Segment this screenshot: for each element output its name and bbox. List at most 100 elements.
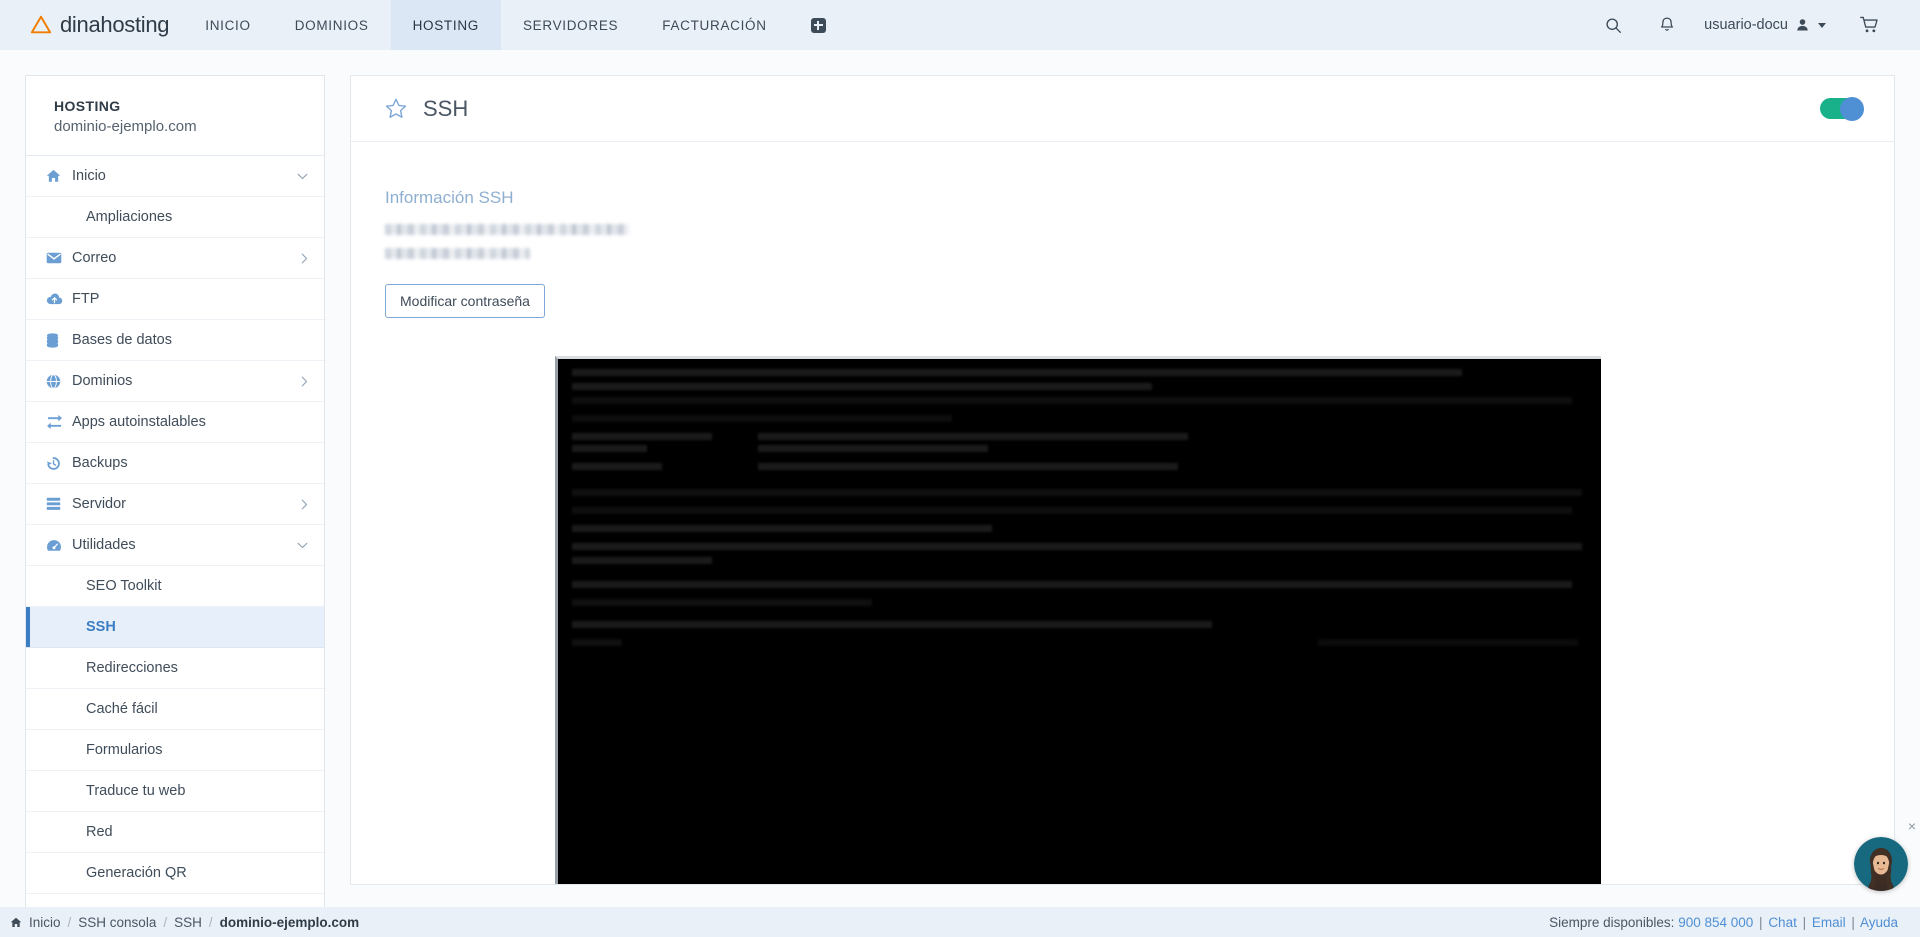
apps-exchange-icon [46,415,72,429]
avatar [1854,837,1908,891]
user-menu[interactable]: usuario-docu [1694,17,1842,33]
sidebar-item-seo-toolkit[interactable]: SEO Toolkit [26,566,324,607]
sidebar-item-ssh[interactable]: SSH [26,607,324,648]
primary-nav: INICIO DOMINIOS HOSTING SERVIDORES FACTU… [183,0,847,50]
sidebar: HOSTING dominio-ejemplo.com Inicio Ampli… [25,75,325,936]
sidebar-item-ampliaciones[interactable]: Ampliaciones [26,197,324,238]
section-title-informacion-ssh: Información SSH [385,188,514,207]
support-separator: | [1759,914,1763,930]
breadcrumb-item-ssh-consola[interactable]: SSH consola [78,915,156,930]
ssh-enabled-toggle[interactable] [1820,96,1864,121]
home-icon [46,169,72,183]
nav-item-dominios[interactable]: DOMINIOS [273,0,391,50]
modificar-contrasena-button[interactable]: Modificar contraseña [385,284,545,318]
cloud-upload-icon [46,293,72,305]
sidebar-item-label: Inicio [72,168,106,184]
search-icon [1606,17,1621,33]
sidebar-item-label: Backups [72,455,128,471]
history-icon [46,456,72,471]
sidebar-item-formularios[interactable]: Formularios [26,730,324,771]
sidebar-item-utilidades[interactable]: Utilidades [26,525,324,566]
breadcrumb-item-inicio[interactable]: Inicio [29,915,61,930]
home-icon[interactable] [10,917,22,928]
sidebar-item-label: Caché fácil [86,701,158,717]
sidebar-header: HOSTING dominio-ejemplo.com [26,76,324,156]
sidebar-item-label: Dominios [72,373,133,389]
sidebar-item-label: Apps autoinstalables [72,414,206,430]
brand-logo[interactable]: dinahosting [0,0,183,50]
breadcrumb-item-ssh[interactable]: SSH [174,915,202,930]
page-title: SSH [423,95,469,121]
redacted-ssh-user-line [385,224,629,235]
sidebar-header-domain: dominio-ejemplo.com [54,118,197,135]
sidebar-item-inicio[interactable]: Inicio [26,156,324,197]
sidebar-item-label: Utilidades [72,537,136,553]
sidebar-item-label: Bases de datos [72,332,172,348]
chevron-right-icon [301,499,308,510]
nav-item-servidores[interactable]: SERVIDORES [501,0,640,50]
nav-item-hosting[interactable]: HOSTING [390,0,501,50]
chevron-right-icon [301,253,308,264]
page-body: Información SSH Modificar contraseña [351,142,1894,884]
sidebar-item-correo[interactable]: Correo [26,238,324,279]
sidebar-item-label: Generación QR [86,865,187,881]
sidebar-item-label: Formularios [86,742,163,758]
mail-icon [46,252,72,264]
database-icon [46,332,72,348]
sidebar-item-label: FTP [72,291,100,307]
main-panel: SSH Información SSH Modificar contraseña [350,75,1895,885]
sidebar-item-ftp[interactable]: FTP [26,279,324,320]
sidebar-item-label: Red [86,824,113,840]
sidebar-header-title: HOSTING [54,98,121,114]
support-chat-link[interactable]: Chat [1768,915,1797,930]
brand-name: dinahosting [60,12,170,37]
support-separator: | [1802,914,1807,930]
sidebar-item-cache-facil[interactable]: Caché fácil [26,689,324,730]
breadcrumb-separator: / [67,914,72,930]
sidebar-item-red[interactable]: Red [26,812,324,853]
server-icon [46,497,72,511]
breadcrumb-item-domain: dominio-ejemplo.com [219,914,360,930]
search-button[interactable] [1586,0,1640,50]
sidebar-item-label: SSH [86,619,116,635]
chevron-down-icon [297,173,308,180]
support-help-link[interactable]: Ayuda [1860,915,1898,930]
sidebar-item-bases-de-datos[interactable]: Bases de datos [26,320,324,361]
nav-right-group: usuario-docu [1586,0,1920,50]
sidebar-item-redirecciones[interactable]: Redirecciones [26,648,324,689]
sidebar-item-label: Ampliaciones [86,209,173,225]
bell-icon [1661,17,1674,31]
chat-close-button[interactable]: × [1908,819,1916,833]
chat-agent-avatar[interactable] [1854,837,1908,891]
nav-item-facturacion[interactable]: FACTURACIÓN [640,0,788,50]
notifications-button[interactable] [1640,0,1694,50]
page-header: SSH [351,76,1894,142]
cart-button[interactable] [1842,0,1896,50]
dashboard-icon [46,539,72,552]
sidebar-item-generacion-qr[interactable]: Generación QR [26,853,324,894]
sidebar-item-apps-autoinstalables[interactable]: Apps autoinstalables [26,402,324,443]
nav-item-inicio[interactable]: INICIO [183,0,272,50]
user-icon [1797,19,1808,31]
cart-icon [1859,16,1878,33]
add-service-button[interactable] [789,0,848,50]
support-email-link[interactable]: Email [1812,915,1846,930]
redacted-ssh-host-line [385,248,530,259]
sidebar-item-servidor[interactable]: Servidor [26,484,324,525]
bottom-bar: Inicio / SSH consola / SSH / dominio-eje… [0,907,1920,937]
top-navigation-bar: dinahosting INICIO DOMINIOS HOSTING SERV… [0,0,1920,50]
breadcrumb: Inicio / SSH consola / SSH / dominio-eje… [0,915,359,930]
sidebar-item-traduce-tu-web[interactable]: Traduce tu web [26,771,324,812]
support-phone[interactable]: 900 854 000 [1678,915,1753,930]
toggle-knob [1840,96,1864,121]
dinahosting-triangle-icon [30,15,52,34]
sidebar-item-backups[interactable]: Backups [26,443,324,484]
sidebar-item-dominios[interactable]: Dominios [26,361,324,402]
star-outline-icon[interactable] [385,98,407,119]
sidebar-item-label: Traduce tu web [86,783,186,799]
breadcrumb-separator: / [208,914,213,930]
sidebar-item-label: Correo [72,250,117,266]
globe-icon [46,373,72,389]
support-separator: | [1851,914,1855,930]
chevron-down-icon [297,542,308,549]
